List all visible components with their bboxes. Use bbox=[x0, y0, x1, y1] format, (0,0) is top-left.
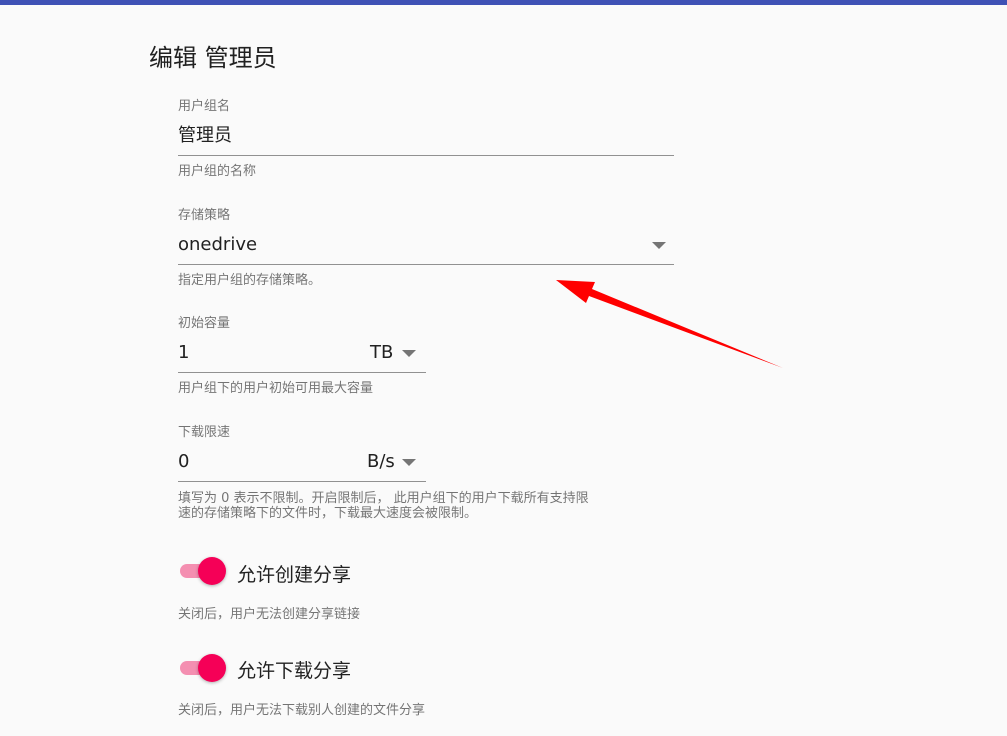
download-speed-helper-line-2: 速的存储策略下的文件时，下载最大速度会被限制。 bbox=[178, 506, 478, 521]
capacity-unit-value: TB bbox=[370, 342, 394, 363]
allow-share-download-label[interactable]: 允许下载分享 bbox=[237, 656, 351, 683]
top-app-bar-edge bbox=[0, 0, 1007, 5]
group-name-input[interactable] bbox=[178, 116, 674, 156]
group-name-helper: 用户组的名称 bbox=[178, 164, 257, 179]
switch-thumb bbox=[198, 557, 226, 585]
allow-share-switch[interactable] bbox=[178, 557, 226, 585]
allow-share-download-switch[interactable] bbox=[178, 654, 226, 682]
storage-policy-value: onedrive bbox=[178, 234, 258, 255]
initial-capacity-label: 初始容量 bbox=[178, 316, 231, 331]
speed-unit-select[interactable]: B/s bbox=[367, 442, 426, 482]
allow-share-download-helper: 关闭后，用户无法下载别人创建的文件分享 bbox=[178, 703, 426, 718]
switch-thumb bbox=[198, 654, 226, 682]
chevron-down-icon bbox=[402, 350, 416, 357]
speed-unit-value: B/s bbox=[367, 451, 395, 472]
chevron-down-icon bbox=[652, 242, 666, 249]
allow-share-helper: 关闭后，用户无法创建分享链接 bbox=[178, 607, 361, 622]
capacity-unit-select[interactable]: TB bbox=[370, 333, 426, 373]
storage-policy-field: 存储策略 onedrive 指定用户组的存储策略。 bbox=[178, 208, 674, 288]
initial-capacity-field: 初始容量 TB 用户组下的用户初始可用最大容量 bbox=[178, 316, 478, 396]
storage-policy-label: 存储策略 bbox=[178, 208, 231, 223]
allow-share-label[interactable]: 允许创建分享 bbox=[237, 560, 351, 587]
page-title: 编辑 管理员 bbox=[149, 44, 277, 72]
storage-policy-helper: 指定用户组的存储策略。 bbox=[178, 273, 322, 288]
storage-policy-select[interactable]: onedrive bbox=[178, 225, 674, 265]
download-speed-field: 下载限速 B/s 填写为 0 表示不限制。开启限制后， 此用户组下的用户下载所有… bbox=[178, 425, 668, 521]
group-name-label: 用户组名 bbox=[178, 99, 231, 114]
download-speed-label: 下载限速 bbox=[178, 425, 231, 440]
initial-capacity-helper: 用户组下的用户初始可用最大容量 bbox=[178, 381, 374, 396]
chevron-down-icon bbox=[402, 459, 416, 466]
download-speed-input[interactable] bbox=[178, 442, 367, 482]
group-name-field: 用户组名 用户组的名称 bbox=[178, 99, 674, 179]
download-speed-helper: 填写为 0 表示不限制。开启限制后， 此用户组下的用户下载所有支持限 速的存储策… bbox=[178, 491, 668, 521]
initial-capacity-input[interactable] bbox=[178, 333, 370, 373]
annotation-arrow-shape bbox=[556, 280, 783, 368]
download-speed-helper-line-1: 填写为 0 表示不限制。开启限制后， 此用户组下的用户下载所有支持限 bbox=[178, 491, 589, 506]
